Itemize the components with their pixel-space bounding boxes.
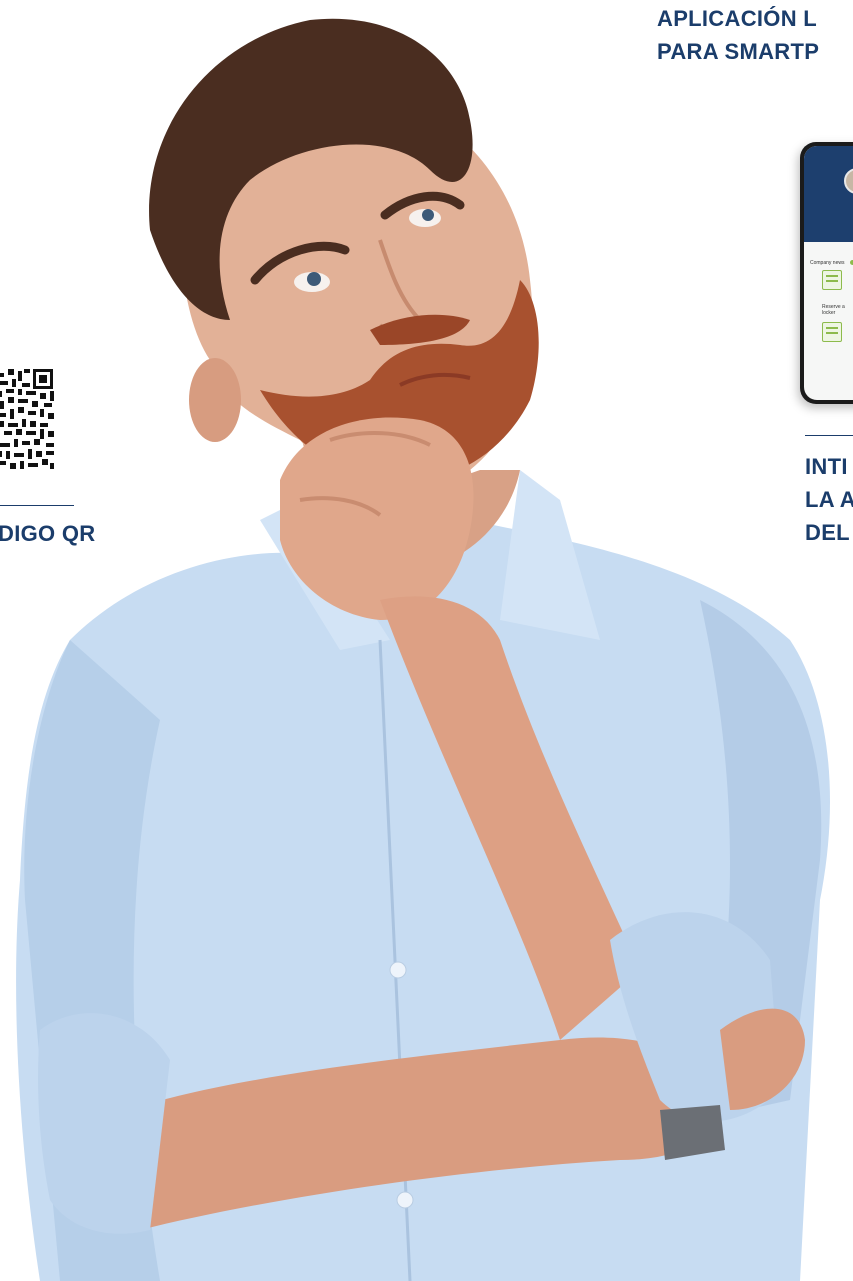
side-heading-line-1: INTI [805, 454, 848, 479]
side-heading-line-3: DEL [805, 520, 850, 545]
side-divider [805, 435, 853, 436]
side-heading: INTI LA A DEL [805, 450, 853, 549]
thinking-man-photo [16, 18, 830, 1281]
side-heading-line-2: LA A [805, 487, 853, 512]
reserve-locker-label: Reserve a locker [822, 304, 845, 316]
news-tile-icon[interactable] [822, 270, 842, 290]
app-header [804, 146, 853, 242]
smartphone-mockup: Company news Reserve a locker [800, 142, 853, 404]
locker-tile-icon[interactable] [822, 322, 842, 342]
avatar [844, 168, 853, 194]
phone-screen: Company news Reserve a locker [804, 146, 853, 400]
company-news-label: Company news [810, 260, 845, 266]
